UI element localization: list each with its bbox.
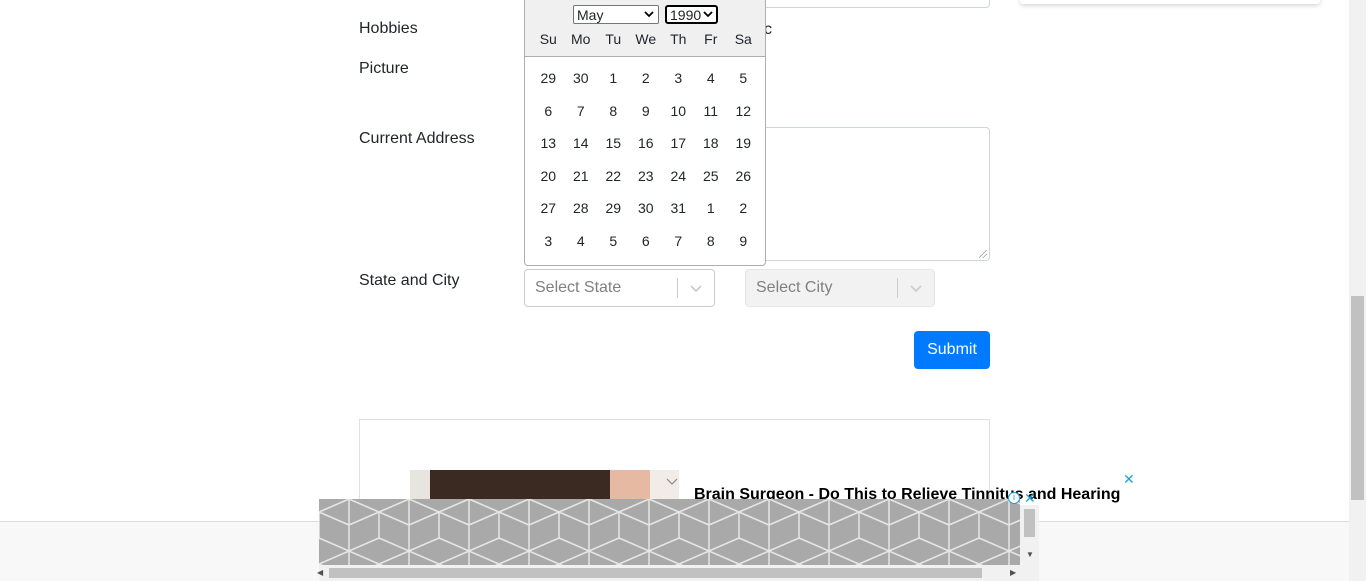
resize-handle-icon[interactable]: [979, 250, 987, 258]
calendar-day[interactable]: 5: [727, 70, 760, 86]
datepicker-popup: May 1990 Su Mo Tu We Th Fr Sa 29 30 1 2 3 4 5 6…: [524, 0, 766, 266]
calendar-day[interactable]: 30: [630, 200, 663, 216]
calendar-day[interactable]: 28: [565, 200, 598, 216]
calendar-week-row: 27 28 29 30 31 1 2: [532, 200, 760, 216]
calendar-day[interactable]: 9: [630, 103, 663, 119]
calendar-day[interactable]: 19: [727, 135, 760, 151]
calendar-day[interactable]: 30: [565, 70, 598, 86]
scroll-down-arrow-icon[interactable]: ▼: [1026, 550, 1034, 559]
weekday-name: Fr: [704, 31, 718, 47]
calendar-day[interactable]: 21: [565, 168, 598, 184]
ad-frame-horizontal-scrollbar[interactable]: ◀ ▶: [317, 565, 1020, 581]
calendar-day[interactable]: 3: [662, 70, 695, 86]
calendar-day[interactable]: 8: [695, 233, 728, 249]
calendar-day[interactable]: 8: [597, 103, 630, 119]
ad-banner-frame[interactable]: [319, 499, 1020, 565]
state-select[interactable]: Select State: [524, 269, 715, 307]
scroll-left-arrow-icon[interactable]: ◀: [317, 568, 323, 577]
calendar-day[interactable]: 6: [532, 103, 565, 119]
scroll-right-arrow-icon[interactable]: ▶: [1010, 568, 1016, 577]
chevron-down-icon: [666, 478, 678, 485]
weekday-name: We: [635, 31, 657, 47]
scrollbar-thumb[interactable]: [1024, 509, 1035, 537]
weekday-name: Tu: [605, 31, 622, 47]
weekday-name: Th: [670, 31, 687, 47]
calendar-day[interactable]: 29: [532, 70, 565, 86]
scrollbar-corner: [1020, 565, 1039, 581]
calendar-day[interactable]: 3: [532, 233, 565, 249]
calendar-day[interactable]: 4: [565, 233, 598, 249]
calendar-day[interactable]: 9: [727, 233, 760, 249]
calendar-day[interactable]: 11: [695, 103, 728, 119]
calendar-day[interactable]: 29: [597, 200, 630, 216]
page-vertical-scrollbar[interactable]: [1349, 0, 1366, 581]
calendar-day[interactable]: 27: [532, 200, 565, 216]
calendar-week-row: 20 21 22 23 24 25 26: [532, 168, 760, 184]
chevron-down-icon: [703, 11, 713, 18]
calendar-day[interactable]: 7: [662, 233, 695, 249]
city-select[interactable]: Select City: [745, 269, 935, 307]
calendar-day[interactable]: 16: [630, 135, 663, 151]
month-select[interactable]: May: [573, 5, 659, 24]
submit-button[interactable]: Submit: [914, 331, 990, 369]
calendar-week-row: 29 30 1 2 3 4 5: [532, 70, 760, 86]
datepicker-header: May 1990 Su Mo Tu We Th Fr Sa: [525, 0, 765, 57]
calendar-day[interactable]: 25: [695, 168, 728, 184]
calendar-day[interactable]: 10: [662, 103, 695, 119]
calendar-day[interactable]: 31: [662, 200, 695, 216]
year-select[interactable]: 1990: [665, 5, 718, 24]
close-icon[interactable]: ✕: [1123, 471, 1135, 488]
calendar-day[interactable]: 24: [662, 168, 695, 184]
calendar-day[interactable]: 13: [532, 135, 565, 151]
year-value: 1990: [670, 6, 702, 23]
calendar-week-row: 13 14 15 16 17 18 19: [532, 135, 760, 151]
calendar-day[interactable]: 18: [695, 135, 728, 151]
calendar-week-row: 6 7 8 9 10 11 12: [532, 103, 760, 119]
calendar-day[interactable]: 14: [565, 135, 598, 151]
state-select-placeholder: Select State: [535, 279, 622, 296]
page: Hobbies c Picture Current Address State …: [0, 0, 1366, 581]
calendar-day[interactable]: 22: [597, 168, 630, 184]
calendar-day[interactable]: 20: [532, 168, 565, 184]
calendar-day[interactable]: 5: [597, 233, 630, 249]
picture-label: Picture: [359, 60, 409, 77]
calendar-day[interactable]: 12: [727, 103, 760, 119]
side-ad: [1020, 0, 1320, 4]
calendar-day[interactable]: 26: [727, 168, 760, 184]
calendar-day[interactable]: 6: [630, 233, 663, 249]
chevron-down-icon: [644, 11, 654, 18]
calendar-day[interactable]: 7: [565, 103, 598, 119]
chevron-down-icon[interactable]: [898, 284, 934, 293]
info-icon[interactable]: i: [1008, 492, 1020, 504]
calendar-day[interactable]: 2: [630, 70, 663, 86]
calendar-day[interactable]: 15: [597, 135, 630, 151]
state-city-label: State and City: [359, 272, 460, 289]
calendar-day[interactable]: 2: [727, 200, 760, 216]
weekday-name: Sa: [734, 31, 752, 47]
hobbies-label: Hobbies: [359, 20, 418, 37]
weekday-name: Su: [539, 31, 557, 47]
calendar-day[interactable]: 1: [597, 70, 630, 86]
calendar-day[interactable]: 17: [662, 135, 695, 151]
hex-pattern-icon: [319, 499, 1020, 565]
scrollbar-thumb[interactable]: [1351, 296, 1364, 500]
month-value: May: [577, 6, 604, 23]
calendar-week-row: 3456789: [532, 233, 760, 249]
chevron-down-icon[interactable]: [678, 284, 714, 293]
calendar-day[interactable]: 4: [695, 70, 728, 86]
calendar-day[interactable]: 1: [695, 200, 728, 216]
weekday-name: Mo: [571, 31, 591, 47]
calendar-day[interactable]: 23: [630, 168, 663, 184]
weekday-header: Su Mo Tu We Th Fr Sa: [532, 31, 760, 47]
city-select-placeholder: Select City: [756, 279, 833, 296]
scrollbar-thumb[interactable]: [329, 568, 982, 578]
current-address-label: Current Address: [359, 130, 475, 147]
ad-frame-vertical-scrollbar[interactable]: ▼: [1020, 505, 1039, 565]
